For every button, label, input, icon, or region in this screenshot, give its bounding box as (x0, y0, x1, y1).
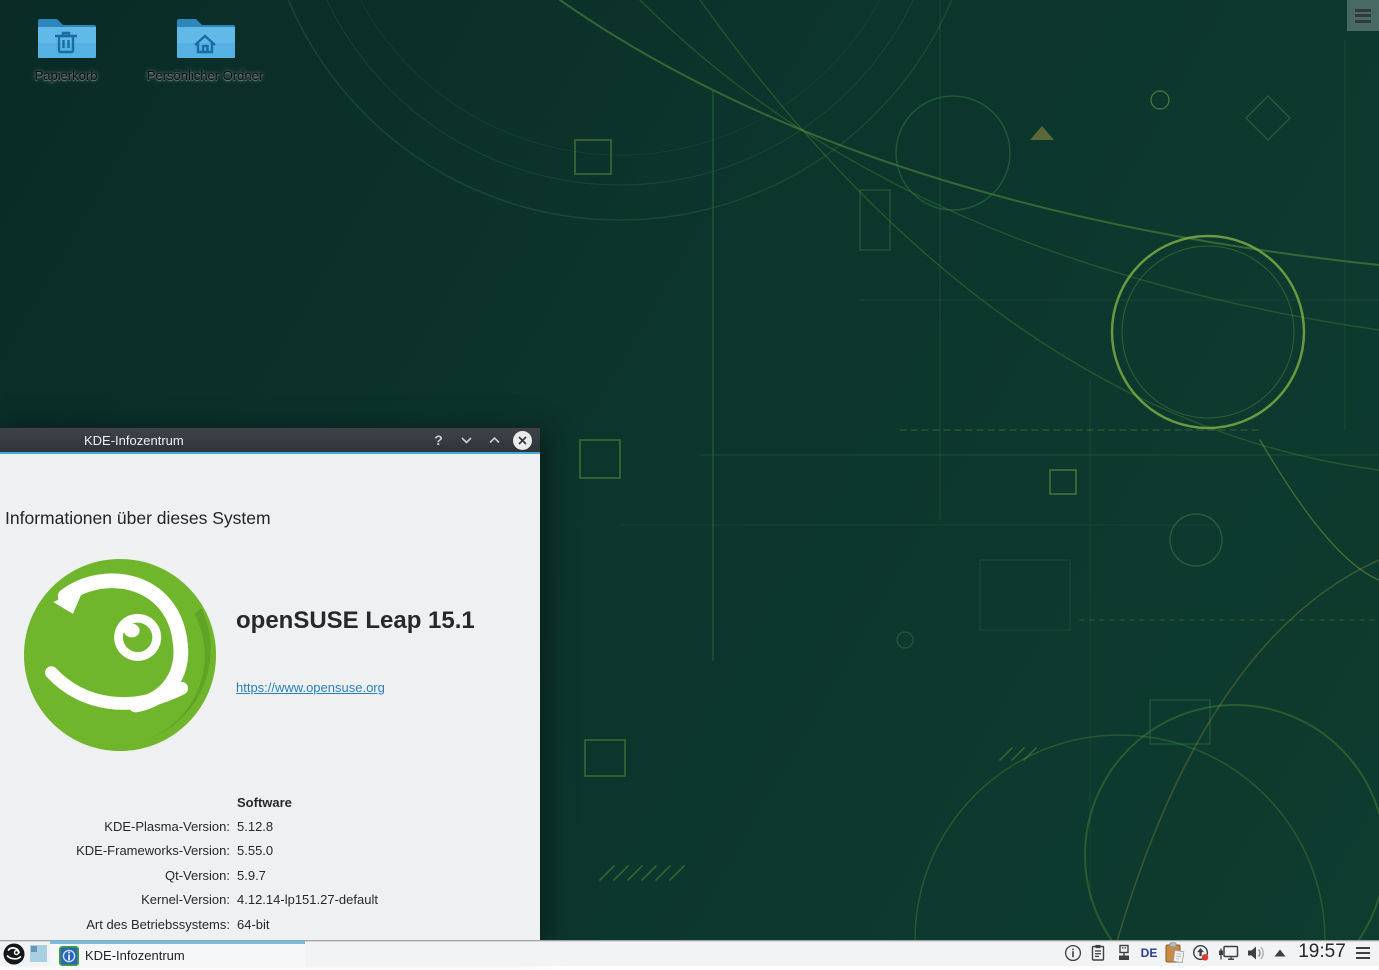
update-notifier-tray-button[interactable] (1192, 944, 1210, 962)
hamburger-icon (1356, 947, 1370, 949)
close-icon (518, 436, 527, 445)
software-info-table: Software KDE-Plasma-Version: 5.12.8 KDE-… (0, 790, 540, 936)
volume-icon (1245, 944, 1267, 962)
maximize-button[interactable] (485, 431, 504, 450)
network-icon (1218, 944, 1240, 962)
page-title: Informationen über dieses System (5, 508, 271, 529)
expand-tray-button[interactable] (1272, 944, 1288, 962)
update-available-icon (1192, 943, 1210, 963)
window-content: Informationen über dieses System openSUS… (0, 454, 540, 941)
window-titlebar[interactable]: KDE-Infozentrum ? (0, 428, 540, 452)
notifications-icon (1064, 944, 1082, 962)
notifications-tray-button[interactable] (1064, 944, 1082, 962)
clipboard-icon (1089, 944, 1107, 962)
table-row: KDE-Plasma-Version: 5.12.8 (0, 814, 540, 838)
panel-settings-button[interactable] (1353, 944, 1373, 962)
desktop-icon-trash[interactable]: Papierkorb (1, 12, 131, 83)
task-button-kde-infozentrum[interactable]: KDE-Infozentrum (50, 941, 305, 967)
chevron-up-icon (489, 437, 500, 444)
table-header-row: Software (0, 790, 540, 814)
desktop-toolbox[interactable] (1347, 0, 1379, 31)
window-kde-infozentrum: KDE-Infozentrum ? (0, 427, 540, 940)
pager-window-preview (31, 946, 37, 952)
close-button[interactable] (513, 431, 532, 450)
hamburger-icon (1355, 6, 1371, 25)
desktop-icon-label: Persönlicher Ordner (140, 68, 270, 83)
minimize-button[interactable] (457, 431, 476, 450)
desktop-icon-home[interactable]: Persönlicher Ordner (140, 12, 270, 83)
opensuse-link[interactable]: https://www.opensuse.org (236, 680, 385, 695)
product-name: openSUSE Leap 15.1 (236, 607, 475, 635)
help-button[interactable]: ? (429, 431, 448, 450)
chevron-down-icon (461, 437, 472, 444)
table-row: KDE-Frameworks-Version: 5.55.0 (0, 839, 540, 863)
keyboard-layout-tray-button[interactable]: DE (1140, 944, 1158, 962)
desktop: Papierkorb Persönlicher Ordner KDE-Infoz… (0, 0, 1379, 966)
home-folder-icon (173, 12, 237, 64)
software-updates-icon (1163, 942, 1187, 964)
volume-tray-button[interactable] (1245, 944, 1267, 962)
window-title: KDE-Infozentrum (84, 433, 184, 448)
trash-folder-icon (34, 12, 98, 64)
triangle-up-icon (1274, 949, 1286, 957)
table-row: Art des Betriebssystems: 64-bit (0, 912, 540, 936)
software-updates-tray-button[interactable] (1163, 944, 1187, 962)
keyboard-layout-label: DE (1141, 946, 1158, 960)
network-tray-button[interactable] (1218, 944, 1240, 962)
task-button-label: KDE-Infozentrum (85, 948, 185, 963)
device-notifier-icon (1115, 944, 1133, 962)
digital-clock[interactable]: 19:57 (1293, 941, 1351, 963)
table-row: Kernel-Version: 4.12.14-lp151.27-default (0, 888, 540, 912)
clipboard-tray-button[interactable] (1089, 944, 1107, 962)
opensuse-logo (22, 557, 218, 753)
virtual-desktop-pager[interactable] (30, 945, 47, 962)
table-row: Qt-Version: 5.9.7 (0, 863, 540, 887)
application-launcher-button[interactable] (3, 943, 25, 965)
desktop-icon-label: Papierkorb (1, 68, 131, 83)
info-center-icon (59, 946, 79, 966)
device-notifier-tray-button[interactable] (1115, 944, 1133, 962)
opensuse-launcher-icon (3, 943, 25, 965)
